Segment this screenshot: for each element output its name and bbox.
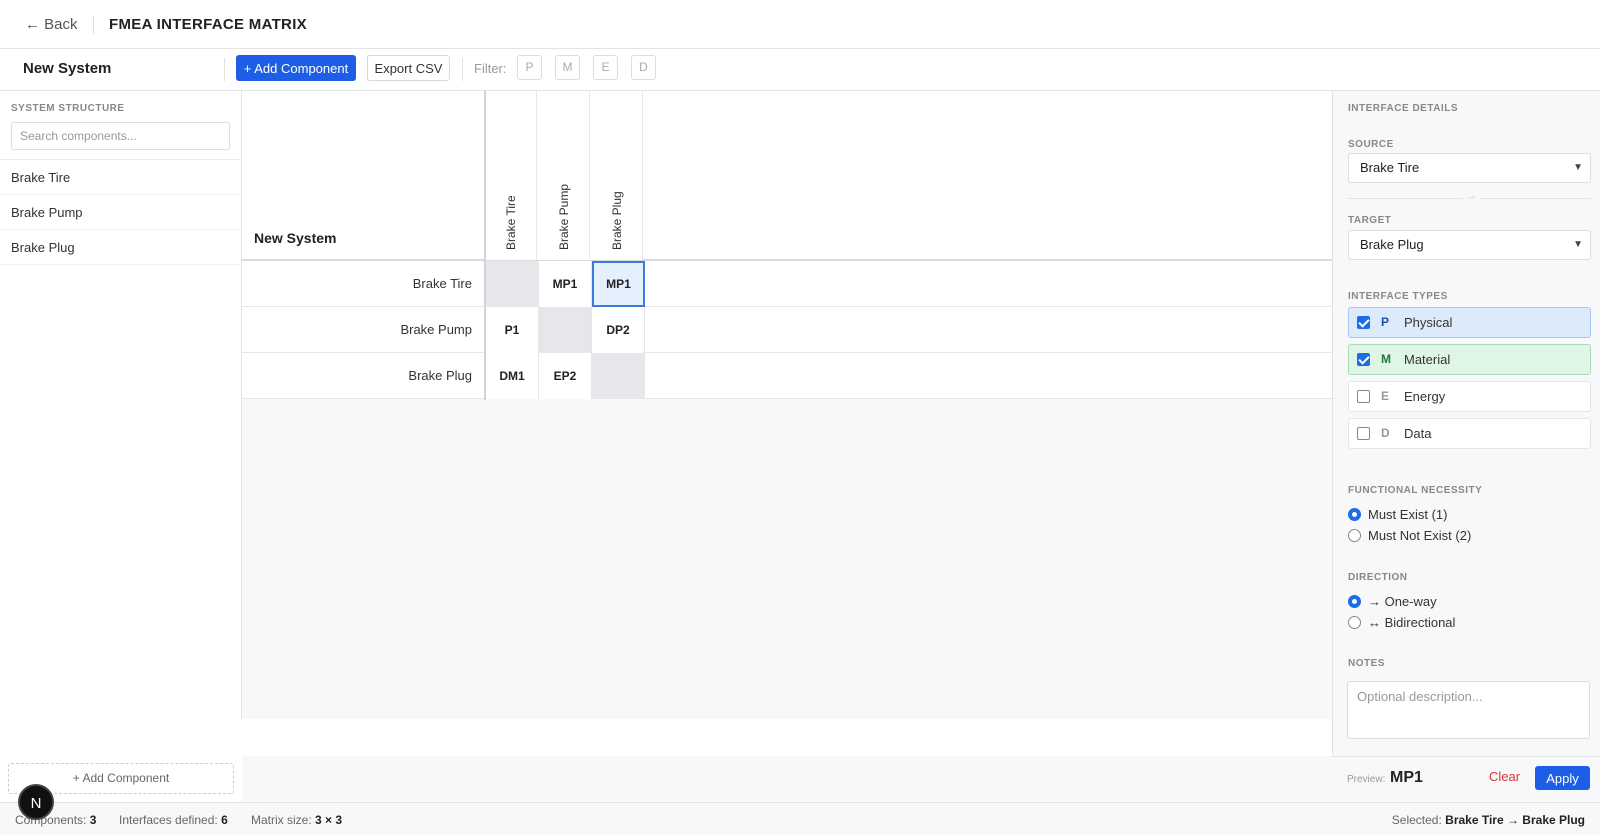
notes-field[interactable]	[1347, 681, 1590, 739]
filter-energy-chip[interactable]: E	[593, 55, 618, 80]
matrix-cell-selected[interactable]: MP1	[592, 261, 645, 307]
type-name: Physical	[1404, 315, 1453, 330]
status-bar: Components: 3 Interfaces defined: 6 Matr…	[0, 802, 1600, 835]
filter-physical-chip[interactable]: P	[517, 55, 542, 80]
type-code: M	[1381, 352, 1391, 366]
app-header: ← Back FMEA INTERFACE MATRIX	[0, 0, 1600, 49]
direction-label: DIRECTION	[1348, 572, 1408, 583]
checkbox-checked[interactable]	[1357, 353, 1370, 366]
status-interfaces: Interfaces defined: 6	[119, 813, 228, 827]
must-exist-radio[interactable]: Must Exist (1)	[1348, 506, 1598, 524]
must-not-exist-radio[interactable]: Must Not Exist (2)	[1348, 527, 1598, 545]
radio-label: Must Not Exist (2)	[1368, 528, 1472, 543]
necessity-label: FUNCTIONAL NECESSITY	[1348, 485, 1483, 496]
filter-material-chip[interactable]: M	[555, 55, 580, 80]
list-item[interactable]: Brake Tire	[0, 160, 241, 195]
status-selected: Selected: Brake Tire → Brake Plug	[1391, 813, 1585, 827]
column-header: Brake Tire	[484, 91, 537, 260]
type-data-option[interactable]: D Data	[1348, 418, 1591, 449]
source-label: SOURCE	[1348, 139, 1394, 150]
column-header: Brake Plug	[590, 91, 643, 260]
row-label: Brake Plug	[408, 368, 472, 383]
system-name: New System	[23, 60, 112, 77]
type-physical-option[interactable]: P Physical	[1348, 307, 1591, 338]
header-divider	[93, 16, 94, 34]
panel-heading: SYSTEM STRUCTURE	[11, 103, 125, 114]
avatar[interactable]: N	[18, 784, 54, 820]
table-row: Brake Pump P1 DP2	[242, 307, 1332, 353]
matrix-cell-diagonal	[539, 307, 592, 353]
chevron-down-icon: ▼	[1573, 239, 1583, 250]
matrix-footer	[242, 756, 1332, 802]
radio-label: Must Exist (1)	[1368, 507, 1448, 522]
checkbox-checked[interactable]	[1357, 316, 1370, 329]
checkbox[interactable]	[1357, 427, 1370, 440]
export-csv-button[interactable]: Export CSV	[367, 55, 450, 81]
filter-label: Filter:	[474, 61, 507, 76]
status-matrix-size: Matrix size: 3 × 3	[251, 813, 343, 827]
radio-icon[interactable]	[1348, 616, 1361, 629]
matrix-divider	[484, 91, 486, 400]
preview-value: MP1	[1390, 769, 1423, 786]
preview-bar: Preview: MP1 Clear Apply	[1332, 756, 1600, 802]
chevron-down-icon: ▼	[1573, 162, 1583, 173]
toolbar-divider	[462, 58, 463, 81]
matrix-cell[interactable]: EP2	[539, 353, 592, 399]
clear-button[interactable]: Clear	[1489, 769, 1520, 784]
toolbar-divider	[224, 58, 225, 81]
system-structure-panel: SYSTEM STRUCTURE Brake Tire Brake Pump B…	[0, 91, 242, 719]
radio-selected-icon[interactable]	[1348, 595, 1361, 608]
target-select[interactable]: Brake Plug ▼	[1348, 230, 1591, 260]
bidirectional-radio[interactable]: ↔ Bidirectional	[1348, 614, 1598, 632]
target-value: Brake Plug	[1360, 237, 1424, 252]
preview-label: Preview:	[1347, 774, 1386, 785]
type-material-option[interactable]: M Material	[1348, 344, 1591, 375]
column-header: Brake Pump	[537, 91, 590, 260]
arrow-right-icon: →	[1463, 190, 1480, 202]
search-input[interactable]	[11, 122, 230, 150]
matrix-cell[interactable]: DP2	[592, 307, 645, 353]
table-row: Brake Plug DM1 EP2	[242, 353, 1332, 399]
filter-data-chip[interactable]: D	[631, 55, 656, 80]
type-name: Material	[1404, 352, 1451, 367]
radio-label: ↔ Bidirectional	[1368, 615, 1456, 630]
interface-matrix: New System Brake Tire Brake Pump Brake P…	[242, 91, 1332, 719]
type-code: E	[1381, 389, 1390, 403]
matrix-cell[interactable]: DM1	[486, 353, 539, 399]
row-label: Brake Tire	[412, 276, 472, 291]
source-select[interactable]: Brake Tire ▼	[1348, 153, 1591, 183]
matrix-header: New System Brake Tire Brake Pump Brake P…	[242, 91, 1332, 261]
toolbar: New System + Add Component Export CSV Fi…	[0, 49, 1600, 91]
notes-label: NOTES	[1348, 658, 1385, 669]
add-component-button[interactable]: + Add Component	[236, 55, 356, 81]
one-way-radio[interactable]: → One-way	[1348, 593, 1598, 611]
checkbox[interactable]	[1357, 390, 1370, 403]
radio-icon[interactable]	[1348, 529, 1361, 542]
back-link[interactable]: ← Back	[25, 16, 78, 33]
matrix-cell[interactable]: MP1	[539, 261, 592, 307]
matrix-cell-diagonal	[592, 353, 645, 399]
matrix-cell[interactable]: P1	[486, 307, 539, 353]
interface-types-label: INTERFACE TYPES	[1348, 291, 1448, 302]
type-code: D	[1381, 426, 1390, 440]
table-row: Brake Tire MP1 MP1	[242, 261, 1332, 307]
target-label: TARGET	[1348, 215, 1392, 226]
component-list: Brake Tire Brake Pump Brake Plug	[0, 159, 241, 265]
panel-heading: INTERFACE DETAILS	[1348, 103, 1458, 114]
page-title: FMEA INTERFACE MATRIX	[109, 16, 307, 33]
matrix-cell-diagonal	[486, 261, 539, 307]
type-name: Data	[1404, 426, 1432, 441]
apply-button[interactable]: Apply	[1535, 766, 1590, 790]
type-name: Energy	[1404, 389, 1446, 404]
list-item[interactable]: Brake Pump	[0, 195, 241, 230]
radio-selected-icon[interactable]	[1348, 508, 1361, 521]
type-energy-option[interactable]: E Energy	[1348, 381, 1591, 412]
row-label: Brake Pump	[400, 322, 472, 337]
type-code: P	[1381, 315, 1390, 329]
matrix-system-name: New System	[254, 230, 337, 246]
radio-label: → One-way	[1368, 594, 1437, 609]
source-value: Brake Tire	[1360, 160, 1420, 175]
list-item[interactable]: Brake Plug	[0, 230, 241, 265]
